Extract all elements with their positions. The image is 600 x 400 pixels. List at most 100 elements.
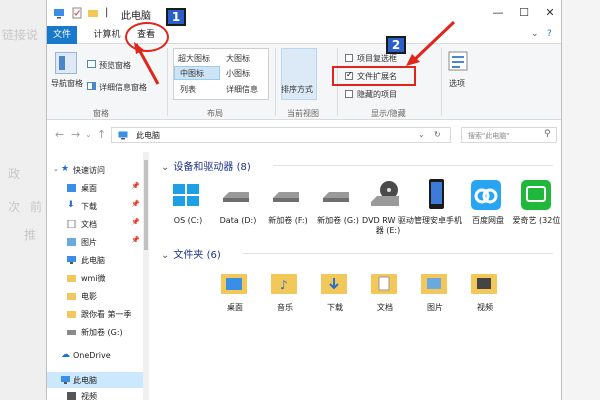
folder-item-desktop[interactable]: 桌面 bbox=[209, 268, 261, 324]
layout-list[interactable]: 列表 bbox=[180, 84, 196, 95]
chevron-down-icon[interactable]: ⌄ bbox=[531, 29, 539, 39]
folder-label: 文档 bbox=[377, 303, 393, 312]
nav-item-this-pc[interactable]: 此电脑 bbox=[47, 252, 147, 268]
pin-icon: 📌 bbox=[131, 200, 140, 208]
drive-label: 新加卷 (F:) bbox=[268, 216, 308, 225]
nav-item-videos[interactable]: 视频 bbox=[47, 388, 147, 400]
nav-item-pictures[interactable]: 图片 📌 bbox=[47, 234, 147, 250]
chevron-down-icon[interactable]: ⌄ bbox=[161, 250, 169, 261]
recent-locations-icon[interactable]: ⌄ bbox=[85, 130, 92, 139]
section-divider bbox=[243, 253, 553, 254]
drive-label: Data (D:) bbox=[219, 216, 257, 225]
group-label-current-view: 当前视图 bbox=[287, 109, 319, 118]
refresh-icon[interactable]: ↻ bbox=[434, 130, 441, 139]
navigation-scrollbar[interactable] bbox=[143, 152, 149, 400]
folder-label: 音乐 bbox=[277, 303, 293, 312]
section-header-devices[interactable]: ⌄ 设备和驱动器 (8) bbox=[161, 158, 251, 173]
background-text: 链接说 bbox=[2, 28, 39, 42]
help-icon[interactable]: ? bbox=[547, 29, 552, 39]
group-label-panes: 窗格 bbox=[93, 109, 109, 118]
hard-drive-icon bbox=[323, 192, 349, 202]
search-input[interactable]: 搜索"此电脑" ⚲ bbox=[461, 127, 557, 143]
up-arrow-icon[interactable]: ↑ bbox=[97, 128, 106, 141]
back-arrow-icon[interactable]: ← bbox=[55, 128, 64, 141]
background-text: 次 bbox=[8, 200, 21, 214]
file-explorer-window: | 此电脑 — ☐ ✕ 文件 计算机 查看 ⌄ ? 导航窗格 预览窗格 详细信息… bbox=[46, 0, 562, 400]
nav-item-drive-g[interactable]: 新加卷 (G:) bbox=[47, 324, 147, 340]
tab-file[interactable]: 文件 bbox=[47, 26, 77, 44]
section-header-folders[interactable]: ⌄ 文件夹 (6) bbox=[161, 246, 221, 261]
folder-label: 桌面 bbox=[227, 303, 243, 312]
tab-computer[interactable]: 计算机 bbox=[89, 26, 125, 44]
sort-by-button[interactable]: 排序方式 bbox=[281, 84, 313, 95]
layout-extra-large-icons[interactable]: 超大图标 bbox=[178, 53, 210, 64]
folder-item-videos[interactable]: 视频 bbox=[459, 268, 511, 324]
nav-item-label: 此电脑 bbox=[81, 256, 105, 265]
svg-text:♪: ♪ bbox=[280, 278, 288, 292]
main-content: ⌄ 设备和驱动器 (8) OS (C:) Data (D:) 新加卷 (F:) bbox=[153, 150, 561, 400]
properties-icon[interactable] bbox=[71, 7, 83, 19]
drive-item-iqiyi[interactable]: 爱奇艺 (32位) bbox=[511, 178, 561, 248]
item-checkboxes-checkbox[interactable] bbox=[345, 54, 353, 62]
drive-item-baidu[interactable]: 百度网盘 bbox=[461, 178, 511, 248]
drive-item-g[interactable]: 新加卷 (G:) bbox=[311, 178, 361, 248]
iqiyi-icon bbox=[521, 180, 551, 210]
address-path: 此电脑 bbox=[136, 131, 160, 140]
nav-item-folder[interactable]: 跟你看 第一季 bbox=[47, 306, 147, 322]
minimize-button[interactable]: — bbox=[487, 4, 509, 22]
chevron-down-icon[interactable]: ⌄ bbox=[53, 165, 59, 173]
layout-medium-icons[interactable]: 中图标 bbox=[180, 68, 204, 79]
background-text: 推 bbox=[24, 228, 37, 242]
navigation-pane-button[interactable]: 导航窗格 bbox=[51, 78, 83, 89]
layout-details[interactable]: 详细信息 bbox=[226, 84, 258, 95]
drive-icon bbox=[67, 330, 76, 335]
chevron-down-icon[interactable]: ⌄ bbox=[418, 130, 425, 139]
folder-item-music[interactable]: ♪ 音乐 bbox=[259, 268, 311, 324]
screenshot-stage: 链接说 政 次 前 推 | 此电脑 — ☐ ✕ 文件 计算机 查看 ⌄ ? 导航… bbox=[0, 0, 600, 400]
phone-icon bbox=[429, 179, 444, 209]
close-button[interactable]: ✕ bbox=[539, 4, 561, 22]
music-folder-icon: ♪ bbox=[271, 274, 297, 294]
drive-item-d[interactable]: Data (D:) bbox=[211, 178, 261, 248]
folder-item-downloads[interactable]: 下载 bbox=[309, 268, 361, 324]
scrollbar-thumb[interactable] bbox=[144, 160, 148, 250]
drive-item-dvd[interactable]: DVD RW 驱动器 (E:) bbox=[361, 178, 414, 248]
nav-item-folder[interactable]: 电影 bbox=[47, 288, 147, 304]
layout-large-icons[interactable]: 大图标 bbox=[226, 53, 250, 64]
dvd-drive-icon bbox=[371, 181, 399, 206]
nav-item-documents[interactable]: 文档 📌 bbox=[47, 216, 147, 232]
maximize-button[interactable]: ☐ bbox=[513, 4, 535, 22]
section-divider bbox=[273, 165, 553, 166]
nav-item-desktop[interactable]: 桌面 📌 bbox=[47, 180, 147, 196]
forward-arrow-icon[interactable]: → bbox=[71, 128, 80, 141]
hidden-items-checkbox[interactable] bbox=[345, 90, 353, 98]
options-button[interactable]: 选项 bbox=[449, 78, 465, 89]
layout-small-icons[interactable]: 小图标 bbox=[226, 68, 250, 79]
nav-item-this-pc-selected[interactable]: 此电脑 bbox=[47, 372, 147, 388]
drive-item-phone[interactable]: 管理安卓手机 bbox=[411, 178, 462, 248]
navigation-pane-icon[interactable] bbox=[55, 52, 77, 74]
drive-item-c[interactable]: OS (C:) bbox=[161, 178, 211, 248]
nav-item-label: 视频 bbox=[81, 392, 97, 400]
hard-drive-icon bbox=[273, 192, 299, 202]
new-folder-icon[interactable] bbox=[87, 7, 99, 19]
nav-item-onedrive[interactable]: ☁ OneDrive bbox=[47, 348, 147, 364]
navigation-pane: ⌄ ★ 快速访问 桌面 📌 ⬇ 下载 📌 文档 📌 图片 📌 此电脑 wmi微 … bbox=[47, 152, 147, 400]
preview-pane-button[interactable]: 预览窗格 bbox=[99, 60, 131, 71]
folder-item-pictures[interactable]: 图片 bbox=[409, 268, 461, 324]
nav-item-downloads[interactable]: ⬇ 下载 📌 bbox=[47, 198, 147, 214]
nav-item-quick-access[interactable]: ⌄ ★ 快速访问 bbox=[47, 162, 147, 178]
nav-item-folder[interactable]: wmi微 bbox=[47, 270, 147, 286]
drive-item-f[interactable]: 新加卷 (F:) bbox=[261, 178, 311, 248]
address-input[interactable]: 此电脑 ⌄ ↻ bbox=[111, 127, 451, 143]
desktop-folder-icon bbox=[221, 274, 247, 294]
video-icon bbox=[67, 392, 76, 400]
section-title: 设备和驱动器 (8) bbox=[173, 162, 251, 173]
drive-label: DVD RW 驱动器 (E:) bbox=[362, 216, 414, 235]
folder-item-documents[interactable]: 文档 bbox=[359, 268, 411, 324]
drive-label: 百度网盘 bbox=[472, 216, 504, 225]
chevron-down-icon[interactable]: ⌄ bbox=[161, 162, 169, 173]
address-bar: ← → ⌄ ↑ 此电脑 ⌄ ↻ 搜索"此电脑" ⚲ bbox=[47, 124, 561, 146]
star-icon: ★ bbox=[61, 164, 70, 174]
drive-label: 管理安卓手机 bbox=[414, 216, 462, 225]
